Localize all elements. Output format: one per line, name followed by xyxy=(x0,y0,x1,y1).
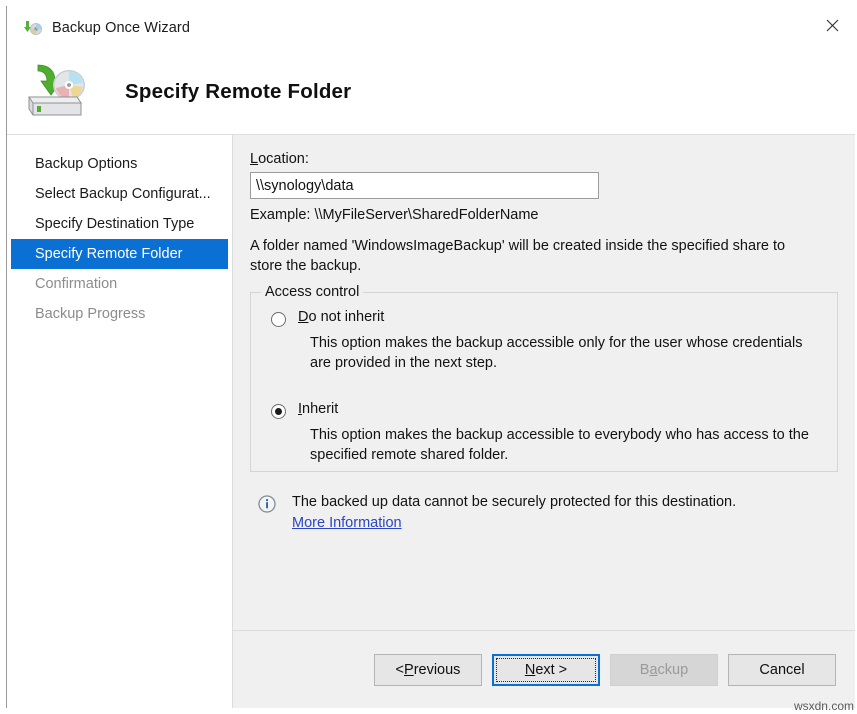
cancel-button-label: Cancel xyxy=(759,662,804,678)
window-title: Backup Once Wizard xyxy=(52,20,190,36)
next-button-post: ext > xyxy=(535,662,567,678)
access-control-group: Access control Do not inherit This optio… xyxy=(250,292,838,472)
radio-accel-do-not-inherit: D xyxy=(298,309,308,325)
backup-drive-icon xyxy=(21,61,97,123)
page-title: Specify Remote Folder xyxy=(125,80,351,104)
backup-disk-icon xyxy=(23,18,43,38)
previous-button[interactable]: < Previous xyxy=(374,654,482,686)
radio-description-do-not-inherit: This option makes the backup accessible … xyxy=(310,333,823,373)
radio-label-inherit: Inherit xyxy=(298,401,338,417)
next-button-accel: N xyxy=(525,662,535,678)
info-icon xyxy=(258,495,276,513)
backup-button: Backup xyxy=(610,654,718,686)
radio-description-inherit: This option makes the backup accessible … xyxy=(310,425,823,465)
radio-inherit[interactable] xyxy=(271,404,286,419)
content-inner: Location: Example: \\MyFileServer\Shared… xyxy=(233,135,855,630)
cancel-button[interactable]: Cancel xyxy=(728,654,836,686)
backup-button-post: ckup xyxy=(658,662,689,678)
backup-button-pre: B xyxy=(640,662,650,678)
radio-label-rest-do-not-inherit: o not inherit xyxy=(308,309,384,325)
location-label: Location: xyxy=(250,151,838,167)
watermark: wsxdn.com xyxy=(794,699,854,713)
radio-do-not-inherit[interactable] xyxy=(271,312,286,327)
location-label-accel: L xyxy=(250,151,258,167)
next-button[interactable]: Next > xyxy=(492,654,600,686)
radio-label-rest-inherit: nherit xyxy=(302,401,338,417)
location-label-rest: ocation: xyxy=(258,151,309,167)
radio-option-do-not-inherit[interactable]: Do not inherit xyxy=(265,309,823,327)
wizard-header: Specify Remote Folder xyxy=(7,50,855,135)
previous-button-accel: P xyxy=(404,662,414,678)
content-pane: Location: Example: \\MyFileServer\Shared… xyxy=(233,135,855,708)
radio-label-do-not-inherit: Do not inherit xyxy=(298,309,384,325)
more-information-link[interactable]: More Information xyxy=(292,515,402,531)
windows-image-backup-note: A folder named 'WindowsImageBackup' will… xyxy=(250,236,816,276)
sidebar-item-select-backup-configuration[interactable]: Select Backup Configurat... xyxy=(11,179,228,209)
access-control-legend: Access control xyxy=(261,284,363,300)
radio-option-inherit[interactable]: Inherit xyxy=(265,401,823,419)
location-input[interactable] xyxy=(250,172,599,199)
sidebar-item-specify-remote-folder[interactable]: Specify Remote Folder xyxy=(11,239,228,269)
notice-text: The backed up data cannot be securely pr… xyxy=(292,494,736,510)
button-bar: < Previous Next > Backup Cancel xyxy=(233,630,855,708)
wizard-window: Backup Once Wizard xyxy=(6,6,855,708)
wizard-steps-sidebar: Backup Options Select Backup Configurat.… xyxy=(7,135,233,708)
example-text: Example: \\MyFileServer\SharedFolderName xyxy=(250,207,838,223)
body: Backup Options Select Backup Configurat.… xyxy=(7,135,855,708)
security-notice: The backed up data cannot be securely pr… xyxy=(258,494,838,532)
sidebar-item-confirmation: Confirmation xyxy=(11,269,228,299)
sidebar-item-backup-progress: Backup Progress xyxy=(11,299,228,329)
backup-button-accel: a xyxy=(649,662,657,678)
notice-body: The backed up data cannot be securely pr… xyxy=(292,494,736,532)
close-icon[interactable] xyxy=(809,6,855,44)
sidebar-item-specify-destination-type[interactable]: Specify Destination Type xyxy=(11,209,228,239)
previous-button-post: revious xyxy=(414,662,461,678)
previous-button-pre: < xyxy=(396,662,404,678)
sidebar-item-backup-options[interactable]: Backup Options xyxy=(11,149,228,179)
title-bar: Backup Once Wizard xyxy=(7,6,855,50)
